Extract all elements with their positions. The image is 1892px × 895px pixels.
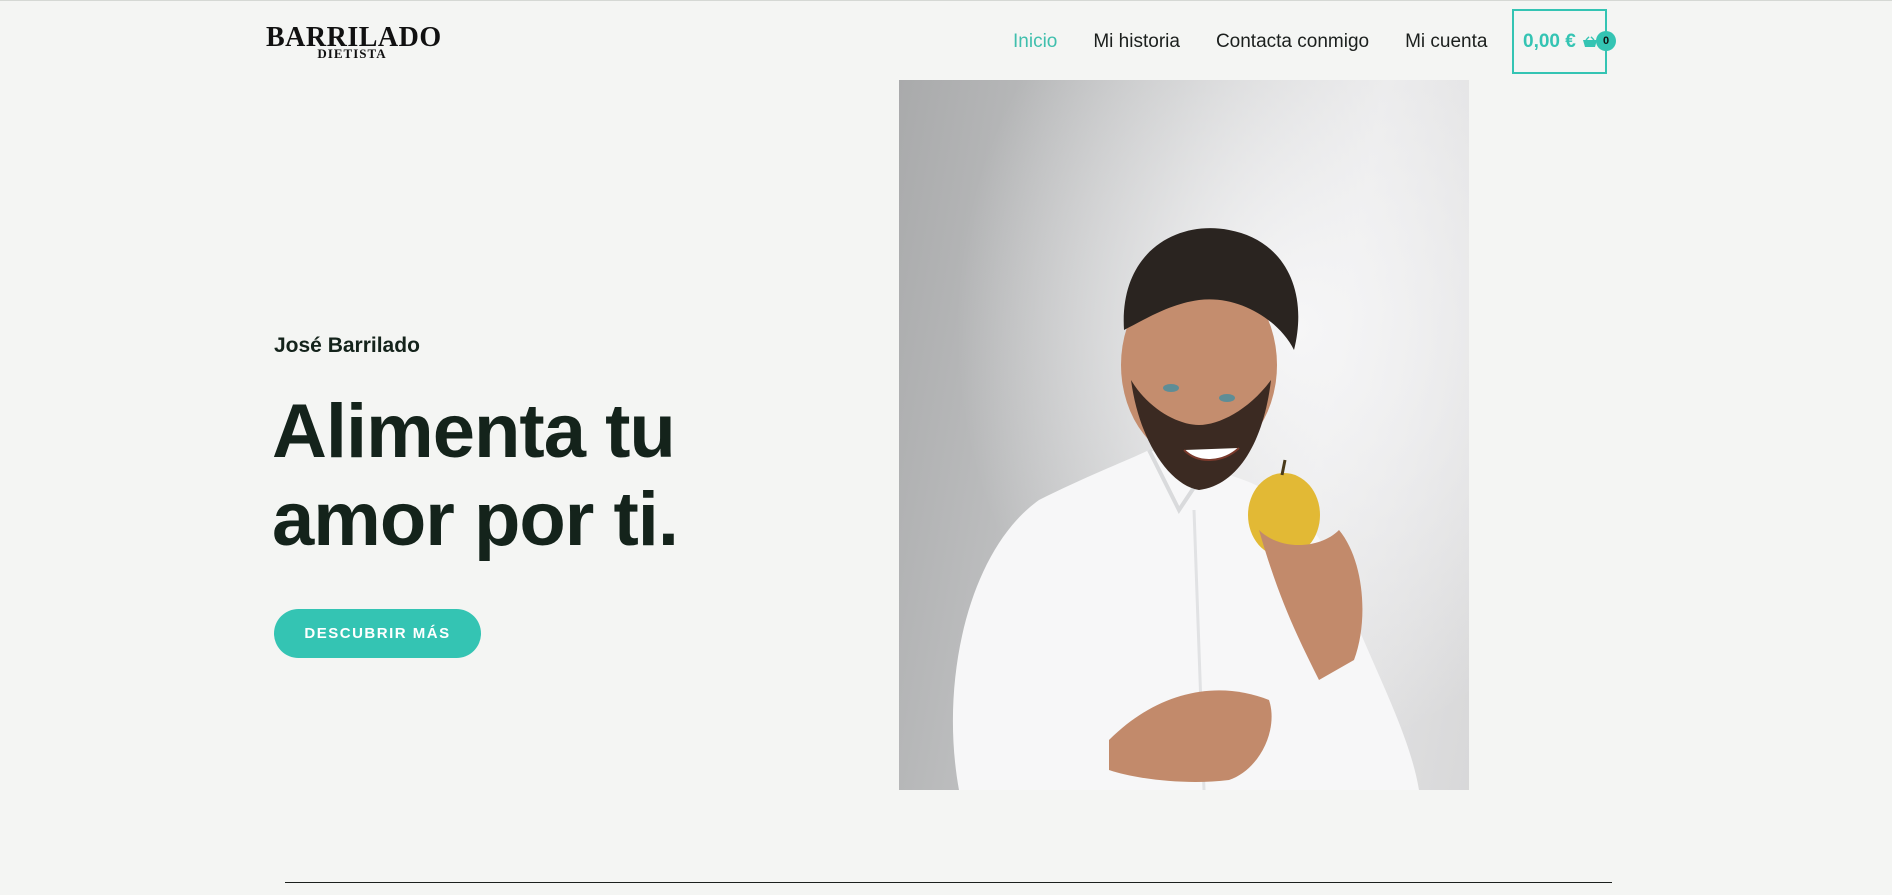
cart-total: 0,00 € xyxy=(1523,30,1576,52)
site-logo[interactable]: BARRILADO DIETISTA xyxy=(266,24,441,61)
nav-item-contacta-conmigo[interactable]: Contacta conmigo xyxy=(1216,31,1369,53)
hero-photo-illustration xyxy=(899,80,1469,790)
nav-item-inicio[interactable]: Inicio xyxy=(1013,31,1057,53)
discover-more-button[interactable]: DESCUBRIR MÁS xyxy=(274,609,481,658)
hero-title: Alimenta tu amor por ti. xyxy=(272,388,832,564)
hero-title-line-2: amor por ti. xyxy=(272,477,679,562)
main-nav: Inicio Mi historia Contacta conmigo Mi c… xyxy=(1013,31,1523,53)
hero-photo xyxy=(899,80,1469,790)
section-divider xyxy=(285,882,1612,883)
top-border xyxy=(0,0,1892,1)
hero-title-line-1: Alimenta tu xyxy=(272,389,676,474)
page: BARRILADO DIETISTA Inicio Mi historia Co… xyxy=(0,0,1892,895)
cart-button[interactable]: 0,00 € 0 xyxy=(1512,9,1616,74)
nav-item-mi-cuenta[interactable]: Mi cuenta xyxy=(1405,31,1487,53)
hero-name: José Barrilado xyxy=(274,334,420,357)
nav-item-mi-historia[interactable]: Mi historia xyxy=(1093,31,1180,53)
cart-count-badge: 0 xyxy=(1596,31,1616,51)
